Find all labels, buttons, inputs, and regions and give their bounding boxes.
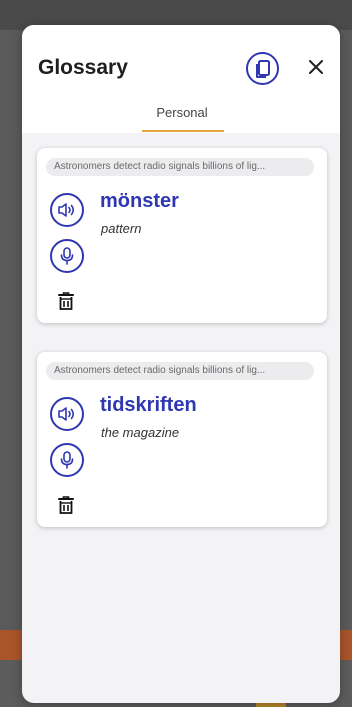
trash-icon <box>58 292 74 310</box>
tab-personal[interactable]: Personal <box>140 105 224 131</box>
close-button[interactable] <box>304 55 328 79</box>
word-translation: pattern <box>101 221 142 236</box>
flashcards-icon <box>255 59 270 78</box>
close-icon <box>309 60 323 74</box>
modal-header: Glossary Personal <box>22 25 340 133</box>
delete-entry-button[interactable] <box>57 291 75 311</box>
glossary-card: Astronomers detect radio signals billion… <box>37 148 327 323</box>
word-translation: the magazine <box>101 425 180 440</box>
glossary-card: Astronomers detect radio signals billion… <box>37 352 327 527</box>
microphone-icon <box>60 247 74 265</box>
tab-active-indicator <box>142 130 224 132</box>
record-button[interactable] <box>50 239 84 273</box>
play-audio-button[interactable] <box>50 397 84 431</box>
glossary-modal: Glossary Personal Astronomers detect rad… <box>22 25 340 703</box>
record-button[interactable] <box>50 443 84 477</box>
trash-icon <box>58 496 74 514</box>
microphone-icon <box>60 451 74 469</box>
glossary-word: mönster <box>100 190 179 212</box>
flashcards-button[interactable] <box>246 52 279 85</box>
page-title: Glossary <box>38 56 128 79</box>
speaker-icon <box>58 203 75 217</box>
play-audio-button[interactable] <box>50 193 84 227</box>
glossary-word: tidskriften <box>100 394 197 416</box>
delete-entry-button[interactable] <box>57 495 75 515</box>
context-sentence[interactable]: Astronomers detect radio signals billion… <box>46 158 314 176</box>
speaker-icon <box>58 407 75 421</box>
context-sentence[interactable]: Astronomers detect radio signals billion… <box>46 362 314 380</box>
